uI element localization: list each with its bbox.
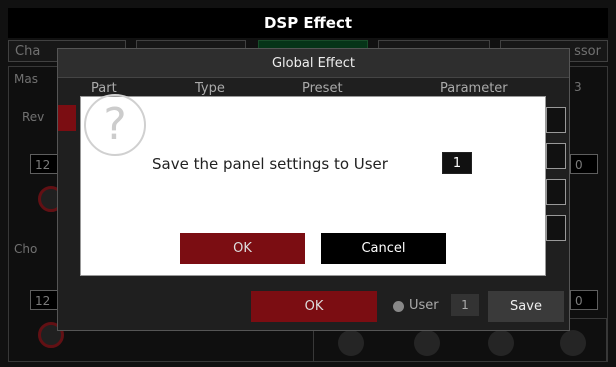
- dialog-user-number[interactable]: 1: [442, 152, 472, 174]
- user-radio-button[interactable]: [393, 301, 404, 312]
- parameter-field-1[interactable]: 0: [570, 154, 598, 174]
- dialog-message: Save the panel settings to User: [152, 155, 388, 173]
- column-preset: Preset: [302, 81, 343, 96]
- user-number-field[interactable]: 1: [451, 294, 479, 316]
- tab-label: Cha: [15, 44, 41, 59]
- column-parameter: Parameter: [440, 81, 508, 96]
- global-ok-button[interactable]: OK: [251, 291, 377, 322]
- param-knob-3[interactable]: [488, 330, 514, 356]
- column-type: Type: [195, 81, 225, 96]
- parameter-field-2[interactable]: 0: [570, 290, 598, 310]
- param-box-1[interactable]: [546, 107, 566, 133]
- dialog-cancel-button[interactable]: Cancel: [321, 233, 446, 264]
- dsp-effect-screen: DSP Effect Cha ssor Mas Rev Cho 12 12 3 …: [0, 0, 616, 367]
- param-box-2[interactable]: [546, 143, 566, 169]
- selected-part-marker: [58, 105, 76, 131]
- param-knob-2[interactable]: [414, 330, 440, 356]
- param-box-4[interactable]: [546, 215, 566, 241]
- section-label-master: Mas: [14, 72, 38, 86]
- section-label-reverb: Rev: [22, 110, 45, 124]
- global-effect-title: Global Effect: [58, 49, 569, 78]
- tab-label: ssor: [574, 44, 601, 59]
- section-label-chorus: Cho: [14, 242, 38, 256]
- dialog-ok-button[interactable]: OK: [180, 233, 305, 264]
- save-confirm-dialog: [80, 96, 546, 276]
- parameter-number: 3: [574, 80, 582, 94]
- question-icon: ?: [84, 94, 146, 156]
- param-knob-1[interactable]: [338, 330, 364, 356]
- param-knob-4[interactable]: [560, 330, 586, 356]
- save-button[interactable]: Save: [488, 291, 564, 322]
- param-box-3[interactable]: [546, 179, 566, 205]
- user-label: User: [409, 298, 439, 313]
